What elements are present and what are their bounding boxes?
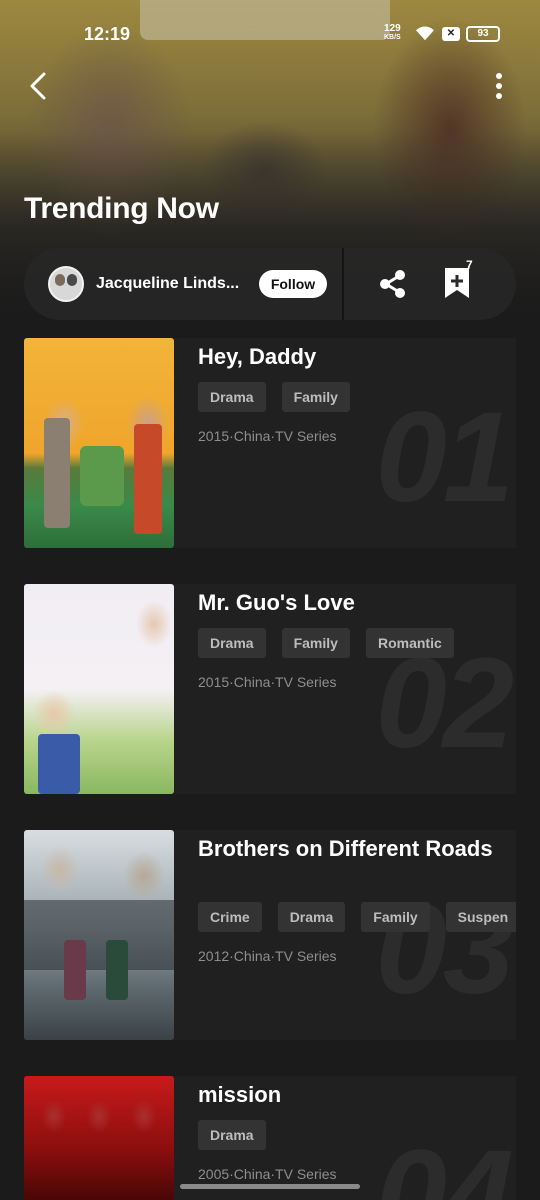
card-title[interactable]: Brothers on Different Roads xyxy=(198,834,498,863)
poster-image[interactable] xyxy=(24,1076,174,1200)
list-item[interactable]: 02 Mr. Guo's Love Drama Family Romantic … xyxy=(24,584,516,794)
list-item[interactable]: 03 Brothers on Different Roads Crime Dra… xyxy=(24,830,521,1040)
rank-number: 04 xyxy=(375,1124,514,1200)
bookmark-count: 7 xyxy=(466,258,473,272)
card-meta: 2012·China·TV Series xyxy=(198,948,337,964)
poster-image[interactable] xyxy=(24,584,174,794)
tag[interactable]: Romantic xyxy=(365,628,454,658)
tag-list: Drama Family Romantic xyxy=(198,628,454,658)
chevron-left-icon xyxy=(30,72,46,100)
tag-list: Crime Drama Family Suspen xyxy=(198,902,521,932)
tag[interactable]: Drama xyxy=(198,382,266,412)
network-speed-value: 129 xyxy=(384,23,401,34)
bookmark-button[interactable]: 7 xyxy=(442,258,482,302)
author-name[interactable]: Jacqueline Linds... xyxy=(96,275,252,293)
sim-off-icon: ✕ xyxy=(442,27,460,41)
author-info[interactable]: Jacqueline Linds... Follow xyxy=(24,248,340,320)
home-indicator[interactable] xyxy=(180,1184,360,1189)
card-meta: 2015·China·TV Series xyxy=(198,428,337,444)
tag-list: Drama xyxy=(198,1120,266,1150)
card-title[interactable]: Mr. Guo's Love xyxy=(198,588,498,617)
tag-list: Drama Family xyxy=(198,382,350,412)
tag[interactable]: Drama xyxy=(198,628,266,658)
share-button[interactable] xyxy=(374,266,410,302)
page-title: Trending Now xyxy=(24,192,219,225)
back-button[interactable] xyxy=(20,68,56,104)
status-bar: 12:19 129 KB/S ✕ 93 xyxy=(0,0,540,64)
list-item[interactable]: 04 mission Drama 2005·China·TV Series xyxy=(24,1076,516,1200)
poster-image[interactable] xyxy=(24,338,174,548)
card-meta: 2005·China·TV Series xyxy=(198,1166,337,1182)
share-icon xyxy=(380,270,405,298)
tag[interactable]: Family xyxy=(281,628,350,658)
rank-number: 02 xyxy=(375,632,514,775)
action-divider xyxy=(342,248,344,320)
tag[interactable]: Suspen xyxy=(445,902,521,932)
list-item[interactable]: 01 Hey, Daddy Drama Family 2015·China·TV… xyxy=(24,338,516,548)
tag[interactable]: Family xyxy=(281,382,350,412)
poster-image[interactable] xyxy=(24,830,174,1040)
network-speed: 129 KB/S xyxy=(384,24,401,42)
wifi-icon xyxy=(416,26,434,41)
card-meta: 2015·China·TV Series xyxy=(198,674,337,690)
list-right-edge xyxy=(516,330,540,1200)
battery-indicator: 93 xyxy=(466,26,500,42)
status-time: 12:19 xyxy=(84,24,131,44)
card-title[interactable]: Hey, Daddy xyxy=(198,342,498,371)
card-title[interactable]: mission xyxy=(198,1080,498,1109)
network-speed-unit: KB/S xyxy=(384,34,401,41)
tag[interactable]: Family xyxy=(361,902,430,932)
more-vertical-icon xyxy=(496,73,502,99)
tag[interactable]: Drama xyxy=(277,902,346,932)
tag[interactable]: Drama xyxy=(198,1120,266,1150)
action-bar: Jacqueline Linds... Follow 7 xyxy=(24,248,516,320)
rank-number: 01 xyxy=(375,386,514,529)
tag[interactable]: Crime xyxy=(198,902,262,932)
follow-button[interactable]: Follow xyxy=(259,270,327,298)
more-options-button[interactable] xyxy=(484,68,514,104)
avatar[interactable] xyxy=(48,266,84,302)
